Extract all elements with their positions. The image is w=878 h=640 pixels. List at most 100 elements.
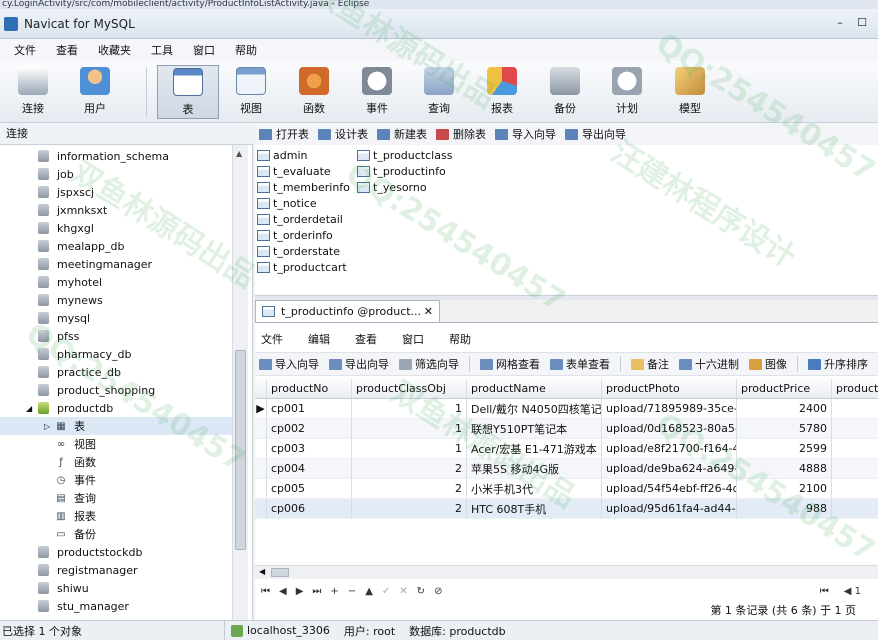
tree-scroll-thumb[interactable] bbox=[235, 350, 246, 550]
tree-productdb-functions[interactable]: ƒ 函数 bbox=[0, 453, 232, 471]
design-table-button[interactable]: 设计表 bbox=[318, 126, 368, 142]
tree-db-pharmacy-db[interactable]: pharmacy_db bbox=[0, 345, 232, 363]
cell-productc[interactable] bbox=[832, 419, 878, 438]
cell-productprice[interactable]: 4888 bbox=[737, 459, 832, 478]
prev-record-icon[interactable]: ◀ bbox=[279, 586, 287, 597]
table-row[interactable]: cp004 2 苹果5S 移动4G版 upload/de9ba624-a649-… bbox=[255, 459, 878, 479]
open-table-button[interactable]: 打开表 bbox=[259, 126, 309, 142]
expand-arrow-icon[interactable]: ◢ bbox=[26, 404, 38, 413]
cell-productc[interactable] bbox=[832, 459, 878, 478]
cell-productname[interactable]: Dell/戴尔 N4050四核笔记本 bbox=[467, 399, 602, 418]
column-header-productno[interactable]: productNo bbox=[267, 379, 352, 398]
cell-productname[interactable]: Acer/宏基 E1-471游戏本 bbox=[467, 439, 602, 458]
maximize-button[interactable]: ☐ bbox=[852, 13, 872, 31]
import-wizard-button[interactable]: 导入向导 bbox=[259, 356, 319, 372]
tree-productdb-tables[interactable]: ▷ ▦ 表 bbox=[0, 417, 232, 435]
tree-productdb-views[interactable]: ∞ 视图 bbox=[0, 435, 232, 453]
tree-productdb-backups[interactable]: ▭ 备份 bbox=[0, 525, 232, 543]
table-item-t-orderstate[interactable]: t_orderstate bbox=[257, 243, 340, 259]
tree-db-jspxscj[interactable]: jspxscj bbox=[0, 183, 232, 201]
tree-productdb-reports[interactable]: ▥ 报表 bbox=[0, 507, 232, 525]
menu-help[interactable]: 帮助 bbox=[225, 42, 267, 58]
menu-file[interactable]: 文件 bbox=[4, 42, 46, 58]
tree-db-pfss[interactable]: pfss bbox=[0, 327, 232, 345]
cell-productprice[interactable]: 5780 bbox=[737, 419, 832, 438]
tree-db-product-shopping[interactable]: product_shopping bbox=[0, 381, 232, 399]
table-item-t-orderinfo[interactable]: t_orderinfo bbox=[257, 227, 333, 243]
cell-productc[interactable] bbox=[832, 479, 878, 498]
table-item-t-notice[interactable]: t_notice bbox=[257, 195, 317, 211]
scroll-left-icon[interactable]: ◀ bbox=[259, 567, 265, 576]
hex-button[interactable]: 十六进制 bbox=[679, 356, 739, 372]
tree-db-mysql[interactable]: mysql bbox=[0, 309, 232, 327]
table-row[interactable]: cp005 2 小米手机3代 upload/54f54ebf-ff26-4d 2… bbox=[255, 479, 878, 499]
last-record-icon[interactable]: ⏭ bbox=[312, 586, 321, 597]
new-table-button[interactable]: 新建表 bbox=[377, 126, 427, 142]
tree-db-myhotel[interactable]: myhotel bbox=[0, 273, 232, 291]
grid-view-button[interactable]: 网格查看 bbox=[480, 356, 540, 372]
sub-menu-edit[interactable]: 编辑 bbox=[308, 331, 330, 347]
cell-productclassobj[interactable]: 1 bbox=[352, 439, 467, 458]
cell-productphoto[interactable]: upload/de9ba624-a649-4 bbox=[602, 459, 737, 478]
scroll-up-icon[interactable]: ▲ bbox=[236, 149, 242, 158]
tree-db-job[interactable]: job bbox=[0, 165, 232, 183]
cell-productprice[interactable]: 988 bbox=[737, 499, 832, 518]
cell-productc[interactable] bbox=[832, 399, 878, 418]
menu-favorites[interactable]: 收藏夹 bbox=[88, 42, 141, 58]
image-button[interactable]: 图像 bbox=[749, 356, 787, 372]
view-button[interactable]: 视图 bbox=[220, 65, 282, 119]
cell-productprice[interactable]: 2400 bbox=[737, 399, 832, 418]
collapse-arrow-icon[interactable]: ▷ bbox=[44, 422, 54, 431]
table-item-admin[interactable]: admin bbox=[257, 147, 307, 163]
table-button[interactable]: 表 bbox=[157, 65, 219, 119]
tab-t-productinfo[interactable]: t_productinfo @product... ✕ bbox=[255, 300, 440, 322]
grid-horizontal-scrollbar[interactable]: ◀ bbox=[255, 565, 878, 579]
tree-scrollbar[interactable]: ▲ bbox=[232, 145, 248, 620]
cell-productno[interactable]: cp003 bbox=[267, 439, 352, 458]
column-header-productname[interactable]: productName bbox=[467, 379, 602, 398]
cell-productname[interactable]: 小米手机3代 bbox=[467, 479, 602, 498]
tree-db-productdb[interactable]: ◢ productdb bbox=[0, 399, 232, 417]
cell-productc[interactable] bbox=[832, 499, 878, 518]
cell-productclassobj[interactable]: 2 bbox=[352, 479, 467, 498]
table-item-t-yesorno[interactable]: t_yesorno bbox=[357, 179, 427, 195]
table-row[interactable]: cp003 1 Acer/宏基 E1-471游戏本 upload/e8f2170… bbox=[255, 439, 878, 459]
sub-menu-window[interactable]: 窗口 bbox=[402, 331, 424, 347]
tree-db-mynews[interactable]: mynews bbox=[0, 291, 232, 309]
edit-record-icon[interactable]: ▲ bbox=[365, 586, 373, 597]
query-button[interactable]: 查询 bbox=[408, 65, 470, 119]
prev-page-icon[interactable]: ◀ 1 bbox=[844, 586, 861, 597]
tree-productdb-events[interactable]: ◷ 事件 bbox=[0, 471, 232, 489]
cell-productno[interactable]: cp006 bbox=[267, 499, 352, 518]
tree-db-practice-db[interactable]: practice_db bbox=[0, 363, 232, 381]
column-header-productphoto[interactable]: productPhoto bbox=[602, 379, 737, 398]
memo-button[interactable]: 备注 bbox=[631, 356, 669, 372]
cell-productno[interactable]: cp004 bbox=[267, 459, 352, 478]
backup-button[interactable]: 备份 bbox=[534, 65, 596, 119]
table-item-t-evaluate[interactable]: t_evaluate bbox=[257, 163, 331, 179]
table-item-t-productclass[interactable]: t_productclass bbox=[357, 147, 452, 163]
cell-productno[interactable]: cp002 bbox=[267, 419, 352, 438]
filter-wizard-button[interactable]: 筛选向导 bbox=[399, 356, 459, 372]
apply-changes-icon[interactable]: ✓ bbox=[382, 586, 390, 597]
add-record-icon[interactable]: + bbox=[330, 586, 338, 597]
menu-view[interactable]: 查看 bbox=[46, 42, 88, 58]
cell-productno[interactable]: cp001 bbox=[267, 399, 352, 418]
tree-db-meetingmanager[interactable]: meetingmanager bbox=[0, 255, 232, 273]
cell-productc[interactable] bbox=[832, 439, 878, 458]
table-item-t-productcart[interactable]: t_productcart bbox=[257, 259, 347, 275]
column-header-productclassobj[interactable]: productClassObj bbox=[352, 379, 467, 398]
column-header-productprice[interactable]: productPrice bbox=[737, 379, 832, 398]
close-tab-icon[interactable]: ✕ bbox=[424, 305, 433, 318]
tree-db-shiwu[interactable]: shiwu bbox=[0, 579, 232, 597]
column-header-productc[interactable]: productC bbox=[832, 379, 878, 398]
tree-db-registmanager[interactable]: registmanager bbox=[0, 561, 232, 579]
cell-productno[interactable]: cp005 bbox=[267, 479, 352, 498]
tree-db-khgxgl[interactable]: khgxgl bbox=[0, 219, 232, 237]
next-record-icon[interactable]: ▶ bbox=[296, 586, 304, 597]
cell-productphoto[interactable]: upload/0d168523-80a5-4 bbox=[602, 419, 737, 438]
tree-db-information-schema[interactable]: information_schema bbox=[0, 147, 232, 165]
sub-menu-file[interactable]: 文件 bbox=[261, 331, 283, 347]
cell-productclassobj[interactable]: 2 bbox=[352, 459, 467, 478]
first-page-icon[interactable]: ⏮ bbox=[820, 586, 829, 597]
